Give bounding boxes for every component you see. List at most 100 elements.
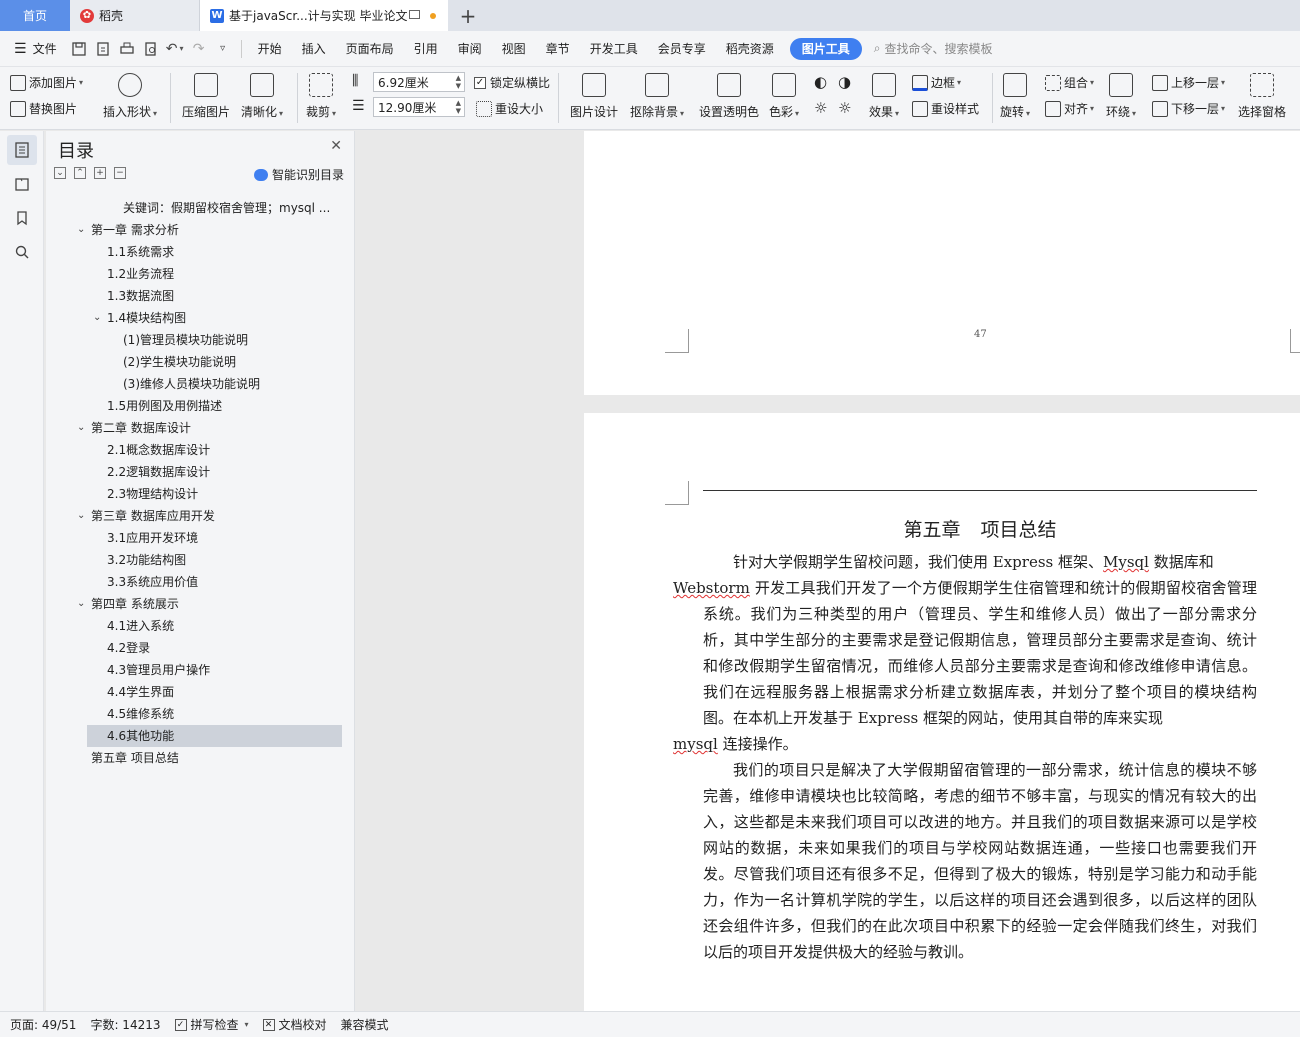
toc-item[interactable]: ⌄ 第一章 需求分析 — [46, 219, 355, 241]
toc-item[interactable]: (3)维修人员模块功能说明 — [46, 373, 355, 395]
contrast-up-icon[interactable]: ◐ — [814, 73, 827, 91]
command-search[interactable]: ⌕ 查找命令、搜索模板 — [868, 40, 993, 57]
toc-item[interactable]: 3.1应用开发环境 — [46, 527, 355, 549]
sharpen-button[interactable]: 清晰化 ▾ — [241, 73, 283, 120]
chevron-down-icon[interactable]: ⌄ — [93, 307, 101, 329]
document-page-current[interactable]: 第五章 项目总结 针对大学假期学生留校问题，我们使用 Express 框架、Mys… — [584, 413, 1300, 1011]
border-button[interactable]: 边框 ▾ — [912, 74, 961, 91]
chevron-down-icon[interactable]: ⌄ — [77, 417, 85, 439]
image-design-button[interactable]: 图片设计 — [570, 73, 618, 120]
toc-item[interactable]: 2.1概念数据库设计 — [46, 439, 355, 461]
add-heading-icon[interactable]: + — [94, 167, 106, 179]
selection-pane-button[interactable]: 选择窗格 — [1238, 73, 1286, 120]
align-button[interactable]: 对齐 ▾ — [1045, 100, 1094, 117]
menu-developer[interactable]: 开发工具 — [580, 31, 648, 67]
toc-item[interactable]: 4.3管理员用户操作 — [46, 659, 355, 681]
toc-item[interactable]: 4.1进入系统 — [46, 615, 355, 637]
crop-button[interactable]: 裁剪 ▾ — [306, 73, 336, 120]
toc-item[interactable]: 4.4学生界面 — [46, 681, 355, 703]
tab-home[interactable]: 首页 — [0, 0, 70, 31]
toc-item[interactable]: 关键词：假期留校宿舍管理；mysql ... — [46, 197, 355, 219]
contrast-down-icon[interactable]: ◑ — [838, 73, 851, 91]
menu-review[interactable]: 审阅 — [448, 31, 492, 67]
collapse-all-icon[interactable]: ⌄ — [54, 167, 66, 179]
page-indicator[interactable]: 页面: 49/51 — [10, 1016, 76, 1033]
set-transparent-button[interactable]: 设置透明色 — [699, 73, 759, 120]
toc-item[interactable]: 1.1系统需求 — [46, 241, 355, 263]
lock-ratio-checkbox[interactable]: ✓ 锁定纵横比 — [474, 74, 550, 91]
toc-item[interactable]: ⌄ 第二章 数据库设计 — [46, 417, 355, 439]
height-input[interactable]: 12.90厘米 ▲ ▼ — [373, 97, 465, 117]
toc-item[interactable]: 第五章 项目总结 — [46, 747, 355, 769]
toc-item[interactable]: 2.3物理结构设计 — [46, 483, 355, 505]
redo-icon[interactable]: ↷ — [187, 31, 211, 67]
document-body[interactable]: 针对大学假期学生留校问题，我们使用 Express 框架、Mysql 数据库和 W… — [673, 549, 1257, 965]
toc-item[interactable]: 1.3数据流图 — [46, 285, 355, 307]
smart-toc-button[interactable]: 智能识别目录 — [253, 166, 344, 183]
file-menu[interactable]: ☰ 文件 — [0, 31, 67, 67]
width-spinner-icon[interactable]: ▲ ▼ — [456, 74, 461, 90]
expand-all-icon[interactable]: ⌃ — [74, 167, 86, 179]
menu-chapter[interactable]: 章节 — [536, 31, 580, 67]
height-spinner-icon[interactable]: ▲ ▼ — [456, 99, 461, 115]
add-image-button[interactable]: 添加图片 ▾ — [10, 74, 83, 91]
proofread-button[interactable]: ✕ 文档校对 — [262, 1016, 327, 1033]
toc-item[interactable]: 4.2登录 — [46, 637, 355, 659]
toc-item[interactable]: (1)管理员模块功能说明 — [46, 329, 355, 351]
bring-forward-button[interactable]: 上移一层 ▾ — [1152, 74, 1225, 91]
toc-item[interactable]: ⌄ 第四章 系统展示 — [46, 593, 355, 615]
toc-item[interactable]: 3.2功能结构图 — [46, 549, 355, 571]
find-button[interactable] — [7, 237, 37, 267]
toc-item[interactable]: ⌄ 1.4模块结构图 — [46, 307, 355, 329]
effects-button[interactable]: 效果 ▾ — [869, 73, 899, 120]
toc-panel-button[interactable] — [7, 135, 37, 165]
menu-view[interactable]: 视图 — [492, 31, 536, 67]
tab-document[interactable]: W 基于javaScr...计与实现 毕业论文 — [200, 0, 448, 31]
reset-size-button[interactable]: 重设大小 — [476, 100, 543, 117]
compress-image-button[interactable]: 压缩图片 — [182, 73, 230, 120]
menu-daoke-resources[interactable]: 稻壳资源 — [716, 31, 784, 67]
print-icon[interactable] — [115, 31, 139, 67]
undo-icon[interactable]: ↶ ▾ — [163, 31, 187, 67]
monitor-icon[interactable] — [409, 10, 420, 19]
new-tab-button[interactable]: + — [448, 0, 488, 31]
save-icon[interactable] — [67, 31, 91, 67]
toc-item[interactable]: (2)学生模块功能说明 — [46, 351, 355, 373]
menu-start[interactable]: 开始 — [248, 31, 292, 67]
menu-references[interactable]: 引用 — [404, 31, 448, 67]
wrap-button[interactable]: 环绕 ▾ — [1106, 73, 1136, 120]
remove-heading-icon[interactable]: − — [114, 167, 126, 179]
toc-item[interactable]: 1.2业务流程 — [46, 263, 355, 285]
close-icon[interactable]: ✕ — [330, 138, 342, 154]
more-quick-icon[interactable]: ▿ — [211, 31, 235, 67]
bookmark-button[interactable] — [7, 203, 37, 233]
brightness-down-icon[interactable]: ☼ — [838, 99, 851, 117]
tab-daoke[interactable]: ✿ 稻壳 — [70, 0, 200, 31]
toc-item[interactable]: 3.3系统应用价值 — [46, 571, 355, 593]
color-button[interactable]: 色彩 ▾ — [769, 73, 799, 120]
toc-item[interactable]: 4.6其他功能 — [87, 725, 342, 747]
toc-item[interactable]: ⌄ 第三章 数据库应用开发 — [46, 505, 355, 527]
menu-member[interactable]: 会员专享 — [648, 31, 716, 67]
toc-item[interactable]: 2.2逻辑数据库设计 — [46, 461, 355, 483]
chevron-down-icon[interactable]: ⌄ — [77, 593, 85, 615]
insert-shape-button[interactable]: 插入形状 ▾ — [103, 73, 157, 120]
export-pdf-icon[interactable] — [91, 31, 115, 67]
rotate-button[interactable]: 旋转 ▾ — [1000, 73, 1030, 120]
toc-item[interactable]: 1.5用例图及用例描述 — [46, 395, 355, 417]
width-input[interactable]: 6.92厘米 ▲ ▼ — [373, 72, 465, 92]
group-button[interactable]: 组合 ▾ — [1045, 74, 1094, 91]
send-backward-button[interactable]: 下移一层 ▾ — [1152, 100, 1225, 117]
replace-image-button[interactable]: 替换图片 — [10, 100, 77, 117]
chapter-nav-button[interactable] — [7, 169, 37, 199]
print-preview-icon[interactable] — [139, 31, 163, 67]
word-count[interactable]: 字数: 14213 — [90, 1016, 160, 1033]
menu-picture-tools[interactable]: 图片工具 — [789, 37, 862, 60]
reset-style-button[interactable]: 重设样式 — [912, 100, 979, 117]
chevron-down-icon[interactable]: ⌄ — [77, 505, 85, 527]
toc-item[interactable]: 4.5维修系统 — [46, 703, 355, 725]
spell-check-button[interactable]: ✓ 拼写检查 ▾ — [174, 1016, 249, 1033]
brightness-up-icon[interactable]: ☼ — [814, 99, 827, 117]
chevron-down-icon[interactable]: ⌄ — [77, 219, 85, 241]
menu-insert[interactable]: 插入 — [292, 31, 336, 67]
